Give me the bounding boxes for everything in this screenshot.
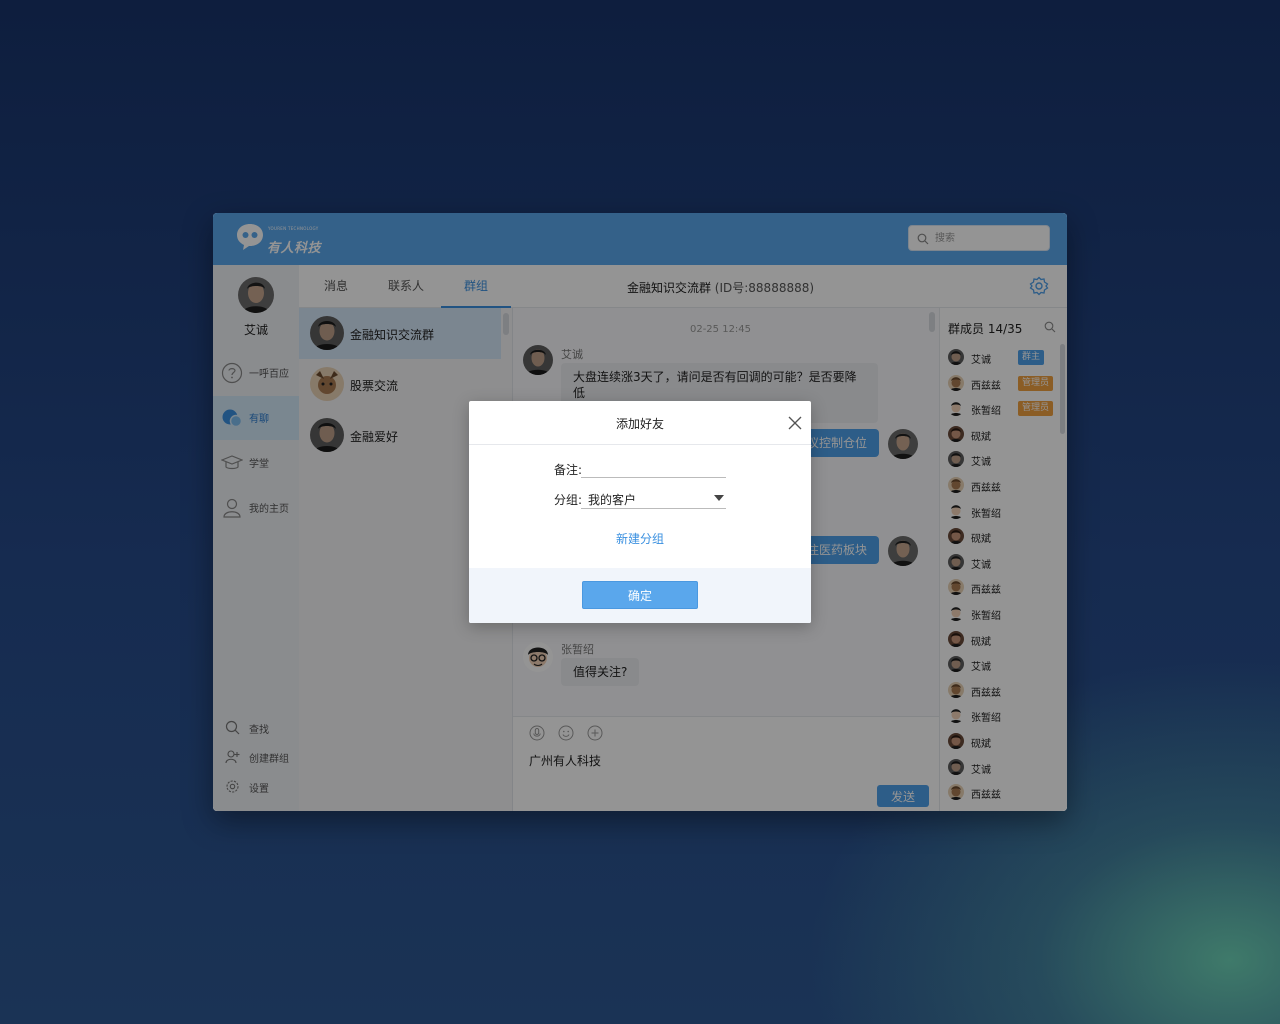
group-label: 分组:: [554, 493, 583, 507]
confirm-button[interactable]: 确定: [582, 581, 698, 609]
dialog-divider: [469, 444, 811, 445]
dialog-footer: 确定: [469, 568, 811, 623]
group-select-value: 我的客户: [588, 493, 637, 507]
dialog-title: 添加好友: [615, 417, 664, 431]
new-group-link[interactable]: 新建分组: [469, 530, 811, 547]
add-friend-dialog: 添加好友 备注: 分组: 我的客户 新建分组 确定: [469, 401, 811, 623]
remark-label: 备注:: [554, 463, 583, 477]
close-icon[interactable]: [787, 415, 803, 431]
group-select[interactable]: 我的客户: [581, 489, 726, 509]
remark-input[interactable]: [581, 460, 726, 478]
chevron-down-icon: [714, 495, 724, 501]
